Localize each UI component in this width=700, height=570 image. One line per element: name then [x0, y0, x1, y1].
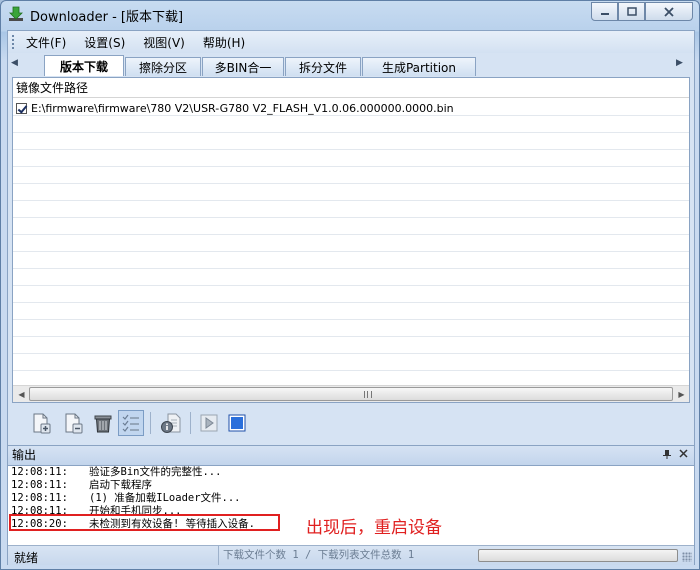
pin-icon[interactable]: [662, 449, 674, 461]
client-area: 文件(F) 设置(S) 视图(V) 帮助(H) ◀ 版本下载 擦除分区 多BIN…: [7, 30, 695, 565]
resize-grip-icon[interactable]: [682, 552, 692, 562]
maximize-icon: [626, 7, 637, 16]
scrollbar-grip-icon: [364, 391, 372, 398]
scroll-right-icon[interactable]: ▶: [674, 387, 689, 402]
menu-bar: 文件(F) 设置(S) 视图(V) 帮助(H): [8, 31, 694, 53]
menu-grip[interactable]: [12, 35, 16, 49]
output-log: 12:08:11: 验证多Bin文件的完整性... 12:08:11: 启动下载程序…: [8, 465, 694, 545]
status-bar: 就绪 下载文件个数 1 / 下载列表文件总数 1: [8, 545, 694, 565]
add-file-icon: [33, 413, 51, 434]
info-icon: [161, 413, 181, 433]
scrollbar-thumb[interactable]: [29, 387, 673, 401]
file-checkbox[interactable]: [16, 102, 27, 114]
tab-generate-partition[interactable]: 生成Partition: [362, 57, 476, 76]
add-file-button[interactable]: [28, 410, 54, 436]
stop-icon: [228, 414, 246, 432]
title-bar[interactable]: Downloader - [版本下载]: [1, 1, 699, 29]
log-line: 12:08:11: 启动下载程序: [11, 479, 152, 492]
close-button[interactable]: [645, 2, 693, 21]
window-title: Downloader - [版本下载]: [30, 10, 184, 25]
select-list-button[interactable]: [118, 410, 144, 436]
maximize-button[interactable]: [618, 2, 645, 21]
tab-strip: ◀ 版本下载 擦除分区 多BIN合一 拆分文件 生成Partition ▶: [8, 54, 694, 76]
file-info-button[interactable]: [158, 410, 184, 436]
minimize-icon: [600, 12, 609, 15]
log-line: 12:08:11: 验证多Bin文件的完整性...: [11, 466, 221, 479]
remove-file-button[interactable]: [60, 410, 86, 436]
play-icon: [200, 414, 218, 432]
download-app-icon: [9, 6, 23, 21]
menu-help[interactable]: 帮助(H): [199, 32, 249, 53]
log-time: 12:08:11:: [11, 466, 68, 478]
tab-split-file[interactable]: 拆分文件: [285, 57, 361, 76]
list-item[interactable]: E:\firmware\firmware\780 V2\USR-G780 V2_…: [13, 100, 689, 116]
tab-multi-bin[interactable]: 多BIN合一: [202, 57, 284, 76]
trash-icon: [94, 415, 112, 433]
toolbar: [12, 406, 690, 440]
file-path: E:\firmware\firmware\780 V2\USR-G780 V2_…: [31, 101, 454, 115]
delete-all-button[interactable]: [90, 410, 116, 436]
minimize-button[interactable]: [591, 2, 618, 21]
tab-version-download[interactable]: 版本下载: [44, 55, 124, 76]
close-icon: [664, 6, 674, 17]
log-line: 12:08:11: (1) 准备加载ILoader文件...: [11, 492, 241, 505]
start-download-button[interactable]: [196, 410, 222, 436]
checklist-icon: [122, 414, 139, 432]
toolbar-separator: [150, 412, 151, 434]
log-time: 12:08:11:: [11, 492, 68, 504]
annotation-highlight-box: [9, 514, 280, 531]
tab-erase-partition[interactable]: 擦除分区: [125, 57, 201, 76]
log-time: 12:08:11:: [11, 479, 68, 491]
menu-view[interactable]: 视图(V): [139, 32, 189, 53]
column-header-image-path[interactable]: 镜像文件路径: [13, 78, 689, 98]
menu-settings[interactable]: 设置(S): [80, 32, 129, 53]
output-pane-title: 输出: [8, 445, 694, 465]
scroll-left-icon[interactable]: ◀: [14, 387, 29, 402]
stop-button[interactable]: [224, 410, 250, 436]
tab-scroll-left-icon[interactable]: ◀: [11, 58, 21, 72]
list-gridlines: [13, 99, 689, 385]
download-progress-bar: [478, 549, 678, 562]
log-text: 验证多Bin文件的完整性...: [89, 466, 222, 478]
remove-file-icon: [65, 413, 83, 434]
horizontal-scrollbar[interactable]: ◀ ▶: [13, 385, 689, 402]
log-text: 启动下载程序: [89, 479, 152, 491]
pane-close-icon[interactable]: [679, 449, 691, 461]
tab-scroll-right-icon[interactable]: ▶: [676, 58, 686, 72]
file-list-panel: 镜像文件路径 E:\firmware\firmware\780 V2\USR-G…: [12, 77, 690, 403]
log-text: (1) 准备加载ILoader文件...: [89, 492, 241, 504]
toolbar-separator: [190, 412, 191, 434]
annotation-note: 出现后，重启设备: [306, 518, 442, 538]
status-file-counts: 下载文件个数 1 / 下载列表文件总数 1: [218, 546, 473, 565]
status-ready: 就绪: [14, 551, 39, 565]
downloader-window: Downloader - [版本下载] 文件(F) 设置(S) 视图(V) 帮助…: [0, 0, 700, 570]
menu-file[interactable]: 文件(F): [22, 32, 70, 53]
